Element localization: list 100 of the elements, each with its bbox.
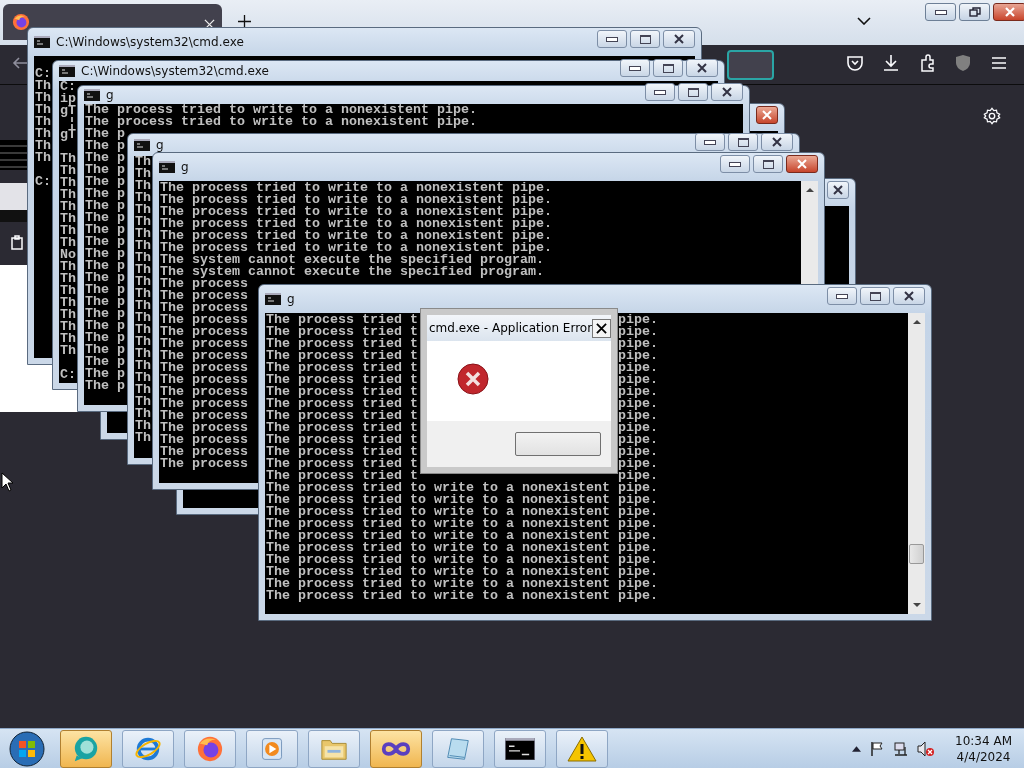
maximize-button[interactable] — [728, 133, 758, 151]
close-button[interactable] — [711, 83, 743, 101]
close-icon[interactable] — [204, 19, 215, 30]
play-icon — [259, 735, 285, 762]
maximize-button[interactable] — [678, 83, 708, 101]
clock-date[interactable]: 4/4/2024 — [956, 748, 1011, 765]
window-title: C:\Windows\system32\cmd.exe — [81, 64, 269, 78]
console-line: Th — [135, 334, 151, 349]
close-icon — [761, 109, 773, 120]
console-line: The process tried t — [266, 313, 418, 327]
restore-icon — [968, 7, 981, 17]
minimize-button[interactable] — [645, 83, 675, 101]
minimize-button[interactable] — [597, 30, 627, 48]
maximize-button[interactable] — [753, 155, 783, 173]
console-line: pipe. — [618, 362, 658, 374]
console-line: Th — [60, 295, 76, 310]
minimize-button[interactable] — [925, 3, 956, 21]
close-icon — [832, 184, 844, 195]
chevron-down-icon[interactable] — [857, 17, 871, 25]
console-line: pipe. — [618, 350, 658, 362]
console-line: Th — [135, 346, 151, 361]
close-icon — [771, 137, 783, 147]
minimize-button[interactable] — [620, 59, 650, 77]
console-line: Th — [35, 126, 51, 141]
close-button[interactable] — [663, 30, 695, 48]
console-line: Th — [135, 394, 151, 409]
close-icon — [796, 159, 808, 169]
console-line: Th — [60, 343, 76, 358]
maximize-button[interactable] — [860, 287, 890, 305]
console-line: Th — [135, 262, 151, 277]
console-line: pipe. — [618, 422, 658, 434]
minimize-button[interactable] — [720, 155, 750, 173]
puzzle-icon[interactable] — [919, 54, 937, 72]
console-line: Th — [135, 322, 151, 337]
firefox-icon — [12, 13, 30, 31]
console-line: Th — [35, 138, 51, 153]
console-line: pipe. — [618, 446, 658, 458]
close-button[interactable] — [756, 105, 778, 124]
console-line: Th — [60, 175, 76, 190]
minimize-button[interactable] — [695, 133, 725, 151]
console-line: No — [60, 247, 76, 262]
console-line: Th — [60, 163, 76, 178]
console-line: ¦ — [68, 115, 76, 130]
flag-icon[interactable] — [869, 740, 886, 757]
back-arrow-icon[interactable] — [12, 55, 28, 71]
console-line: Th — [135, 370, 151, 385]
taskbar-button[interactable] — [494, 729, 546, 768]
menu-icon[interactable] — [990, 54, 1008, 72]
close-button[interactable] — [761, 133, 793, 151]
restore-button[interactable] — [959, 3, 990, 21]
close-button[interactable] — [592, 318, 611, 338]
window-title: C:\Windows\system32\cmd.exe — [56, 35, 244, 49]
console-line: Th — [135, 190, 151, 205]
minimize-button[interactable] — [827, 287, 857, 305]
console-icon — [159, 161, 175, 173]
clock-time[interactable]: 10:34 AM — [955, 732, 1012, 749]
console-line: Th — [35, 78, 51, 93]
console-line: Th — [135, 202, 151, 217]
firefox-icon — [196, 734, 224, 763]
console-line: Th — [135, 166, 151, 181]
console-line: The process tried to write to a nonexistent pipe. — [85, 104, 477, 117]
close-button[interactable] — [893, 287, 925, 305]
settings-icon[interactable] — [983, 107, 1001, 125]
speaker-icon[interactable] — [917, 740, 936, 757]
pocket-icon[interactable] — [846, 54, 864, 72]
console-line: Th — [135, 156, 151, 169]
network-icon[interactable] — [893, 740, 910, 757]
console-line: Th — [60, 187, 76, 202]
close-icon — [903, 291, 915, 301]
console-line: Th — [35, 102, 51, 117]
show-hidden-icons[interactable] — [852, 745, 862, 752]
close-button[interactable] — [827, 180, 849, 199]
dialog-button[interactable] — [515, 432, 601, 456]
console-line: Th — [60, 283, 76, 298]
start-button[interactable] — [9, 730, 45, 767]
console-line: Th — [60, 319, 76, 334]
url-field[interactable] — [727, 50, 774, 80]
close-button[interactable] — [993, 3, 1024, 21]
close-button[interactable] — [786, 155, 818, 173]
console-line: C: — [60, 366, 76, 381]
console-line: pipe. — [618, 398, 658, 410]
console-icon — [265, 293, 281, 305]
maximize-button[interactable] — [653, 59, 683, 77]
new-tab-icon[interactable] — [238, 15, 251, 28]
warning-icon — [567, 734, 597, 763]
console-line: ip — [60, 91, 76, 106]
close-button[interactable] — [686, 59, 718, 77]
console-line: C: — [35, 173, 51, 188]
console-line: Th — [135, 298, 151, 313]
console-line: pipe. — [618, 434, 658, 446]
console-line: Th — [60, 211, 76, 226]
clipboard-icon[interactable] — [9, 235, 25, 251]
shield-icon[interactable] — [954, 54, 972, 72]
console-line: Th — [135, 418, 151, 433]
chat-bubble-icon — [72, 734, 100, 763]
console-line: C: — [35, 66, 51, 81]
console-line: Th — [60, 271, 76, 286]
maximize-button[interactable] — [630, 30, 660, 48]
mouse-cursor-icon — [1, 472, 13, 492]
download-icon[interactable] — [882, 54, 900, 72]
